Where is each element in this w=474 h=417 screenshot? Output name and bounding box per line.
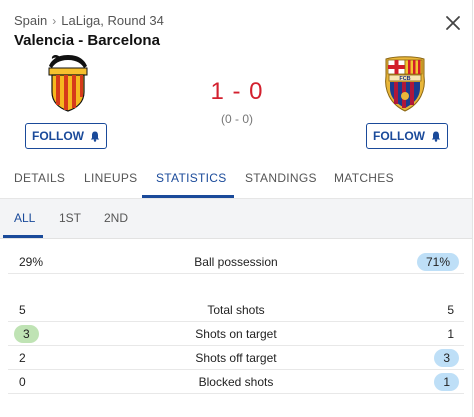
match-title: Valencia - Barcelona [14, 32, 160, 49]
breadcrumb-country[interactable]: Spain [14, 13, 47, 28]
follow-home-button[interactable]: FOLLOW [25, 123, 107, 149]
tab-standings[interactable]: STANDINGS [245, 171, 317, 185]
follow-home-label: FOLLOW [32, 129, 84, 143]
match-tabs: DETAILS LINEUPS STATISTICS STANDINGS MAT… [0, 162, 472, 199]
tab-details[interactable]: DETAILS [14, 171, 65, 185]
active-subtab-indicator [3, 235, 43, 238]
stat-row-blocked-shots: 0 Blocked shots 1 [8, 370, 464, 394]
breadcrumb-separator: › [52, 14, 57, 28]
stat-label: Blocked shots [198, 375, 274, 389]
halftime-score: (0 - 0) [220, 112, 253, 126]
bell-icon [90, 131, 100, 142]
stat-away-value: 5 [447, 303, 454, 317]
match-panel: Spain › LaLiga, Round 34 Valencia - Barcel… [0, 0, 473, 417]
stat-row-shots-off-target: 2 Shots off target 3 [8, 346, 464, 370]
period-tabs: ALL 1ST 2ND [0, 199, 472, 239]
stat-row-possession: 29% Ball possession 71% [8, 250, 464, 274]
stat-away-value: 3 [434, 349, 459, 367]
tab-matches[interactable]: MATCHES [334, 171, 394, 185]
stat-away-value: 1 [434, 373, 459, 391]
active-tab-indicator [142, 195, 234, 198]
subtab-first-half[interactable]: 1ST [59, 211, 81, 225]
subtab-second-half[interactable]: 2ND [104, 211, 128, 225]
stat-label: Shots off target [195, 351, 277, 365]
breadcrumb-competition[interactable]: LaLiga, Round 34 [61, 13, 164, 28]
subtab-all[interactable]: ALL [14, 211, 35, 225]
stat-label: Shots on target [195, 327, 277, 341]
svg-text:FCB: FCB [399, 76, 410, 82]
close-icon[interactable] [443, 13, 463, 33]
barcelona-crest-icon: FCB [385, 56, 425, 112]
stat-row-total-shots: 5 Total shots 5 [8, 298, 464, 322]
bell-icon [431, 131, 441, 142]
valencia-crest-icon [48, 55, 88, 112]
stat-row-shots-on-target: 3 Shots on target 1 [8, 322, 464, 346]
follow-away-label: FOLLOW [373, 129, 425, 143]
stat-away-value: 71% [416, 253, 459, 271]
tab-statistics[interactable]: STATISTICS [156, 171, 227, 185]
breadcrumb: Spain › LaLiga, Round 34 [14, 13, 164, 28]
follow-away-button[interactable]: FOLLOW [366, 123, 448, 149]
tab-lineups[interactable]: LINEUPS [84, 171, 137, 185]
stat-label: Ball possession [194, 255, 278, 269]
match-score: 1 - 0 [210, 78, 264, 105]
stat-away-value: 1 [447, 327, 454, 341]
stat-label: Total shots [207, 303, 265, 317]
